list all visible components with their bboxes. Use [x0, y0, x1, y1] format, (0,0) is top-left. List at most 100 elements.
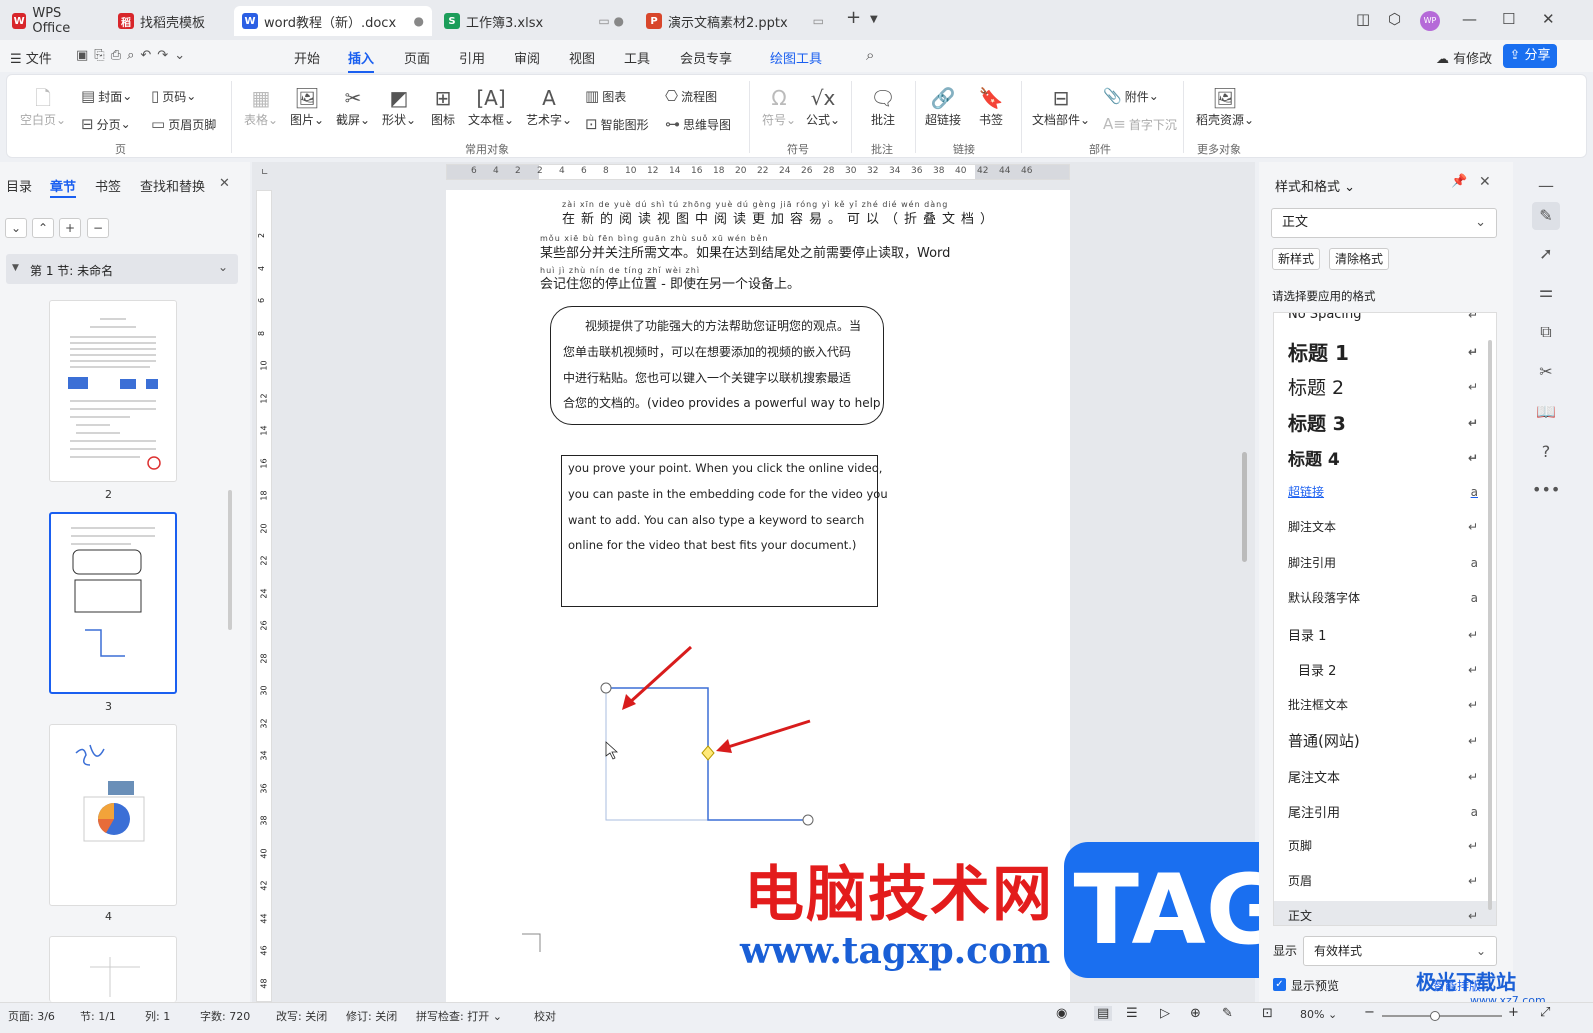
zoom-slider[interactable]: [1382, 1015, 1502, 1017]
section-header[interactable]: ▼ 第 1 节: 未命名 ⌄: [6, 254, 238, 284]
mindmap-button[interactable]: ⊶ 思维导图: [665, 115, 731, 133]
image-tool-icon[interactable]: ⧉: [1532, 318, 1560, 346]
shape-button[interactable]: ◩ 形状⌄: [375, 85, 423, 128]
screenshot-button[interactable]: ✂ 截屏⌄: [329, 85, 377, 128]
zoom-level[interactable]: 80% ⌄: [1300, 1008, 1337, 1021]
page-thumbnail-2[interactable]: [49, 300, 177, 482]
zoom-slider-thumb[interactable]: [1430, 1011, 1440, 1021]
pen-icon[interactable]: ✎: [1222, 1006, 1233, 1021]
eye-icon[interactable]: ◉: [1056, 1006, 1067, 1021]
close-panel-icon[interactable]: ✕: [219, 176, 230, 191]
doc-parts-button[interactable]: ⊟ 文档部件⌄: [1031, 85, 1091, 128]
page-number-button[interactable]: ▯ 页码 ⌄: [151, 87, 196, 105]
menu-view[interactable]: 视图: [569, 48, 595, 67]
blank-page-button[interactable]: 🗋 空白页⌄: [19, 85, 67, 128]
select-cursor-icon[interactable]: ➚: [1532, 240, 1560, 268]
scrollbar[interactable]: [1488, 340, 1492, 910]
web-view-icon[interactable]: ⊕: [1190, 1006, 1201, 1021]
style-hyperlink[interactable]: 超链接 a: [1288, 483, 1478, 500]
style-footnote-ref[interactable]: 脚注引用 a: [1288, 554, 1478, 571]
tab-wps-office[interactable]: W WPS Office: [4, 6, 104, 36]
menu-page[interactable]: 页面: [404, 48, 430, 67]
style-no-spacing[interactable]: No Spacing ↵: [1288, 313, 1478, 322]
menu-member[interactable]: 会员专享: [680, 48, 732, 67]
chevron-down-icon[interactable]: ⌄: [218, 260, 228, 274]
tab-ppt[interactable]: P 演示文稿素材2.pptx ▭: [638, 6, 832, 36]
tab-daoke-template[interactable]: 稻 找稻壳模板: [110, 6, 228, 36]
vertical-ruler[interactable]: 2 4 6 8 10 12 14 16 18 20 22 24 26 28 30 32 34 36 38 40 42 44…: [256, 190, 272, 1002]
avatar[interactable]: WP: [1420, 11, 1440, 31]
close-panel-icon[interactable]: ✕: [1479, 174, 1491, 190]
chevron-down-icon[interactable]: ▼: [870, 14, 878, 25]
tab-toc[interactable]: 目录: [6, 176, 32, 195]
status-page[interactable]: 页面: 3/6: [8, 1008, 55, 1024]
scrollbar[interactable]: [228, 490, 232, 630]
status-wordcount[interactable]: 字数: 720: [200, 1008, 250, 1024]
smart-graphic-button[interactable]: ⊡ 智能图形: [585, 115, 649, 133]
flowchart-button[interactable]: ⎔ 流程图: [665, 87, 717, 105]
wordart-button[interactable]: A 艺术字⌄: [525, 85, 573, 128]
cube-icon[interactable]: ⬡: [1388, 10, 1401, 28]
attachment-button[interactable]: 📎 附件 ⌄: [1103, 87, 1159, 105]
daoke-resources-button[interactable]: 🖼 稻壳资源⌄: [1193, 85, 1257, 128]
status-column[interactable]: 列: 1: [145, 1008, 170, 1024]
fullscreen-icon[interactable]: ⤢: [1540, 1005, 1550, 1020]
current-style-select[interactable]: 正文 ⌄: [1271, 208, 1497, 238]
add-section-button[interactable]: +: [59, 218, 81, 238]
play-icon[interactable]: ▷: [1160, 1006, 1170, 1021]
bookmark-button[interactable]: 🔖 书签: [967, 85, 1015, 128]
style-normal-web[interactable]: 普通(网站) ↵: [1288, 730, 1478, 751]
close-icon[interactable]: ✕: [1542, 10, 1555, 28]
page-view-icon[interactable]: ▤: [1094, 1006, 1113, 1021]
style-default-font[interactable]: 默认段落字体 a: [1288, 589, 1478, 606]
remove-section-button[interactable]: −: [87, 218, 109, 238]
style-endnote-ref[interactable]: 尾注引用 a: [1288, 802, 1478, 822]
style-toc-1[interactable]: 目录 1 ↵: [1288, 625, 1478, 645]
tools-icon[interactable]: ✂: [1532, 358, 1560, 386]
hyperlink-button[interactable]: 🔗 超链接: [919, 85, 967, 128]
header-footer-button[interactable]: ▭ 页眉页脚: [151, 115, 216, 133]
fit-page-icon[interactable]: ⊡: [1262, 1006, 1273, 1021]
page-break-button[interactable]: ⊟ 分页 ⌄: [81, 115, 131, 133]
style-header[interactable]: 页眉 ↵: [1288, 872, 1478, 889]
minimize-panel-icon[interactable]: —: [1532, 172, 1560, 200]
tab-stop-icon[interactable]: ∟: [261, 168, 269, 178]
horizontal-ruler[interactable]: 6 4 2 2 4 6 8 10 12 14 16 18 20 22 24 26 28 30 32 34 36 38 40 4…: [446, 164, 1070, 180]
adjust-icon[interactable]: ⚌: [1532, 278, 1560, 306]
textbox-button[interactable]: [A] 文本框⌄: [467, 85, 515, 128]
page-thumbnail-3[interactable]: [49, 512, 177, 694]
expand-button[interactable]: ⌃: [32, 218, 54, 238]
picture-button[interactable]: 🖼 图片⌄: [283, 85, 331, 128]
layout-icon[interactable]: ◫: [1356, 10, 1370, 28]
help-icon[interactable]: ?: [1532, 438, 1560, 466]
style-heading-1[interactable]: 标题 1 ↵: [1288, 337, 1478, 366]
menu-tools[interactable]: 工具: [624, 48, 650, 67]
menu-drawing-tools[interactable]: 绘图工具: [770, 48, 822, 67]
scrollbar[interactable]: [1242, 452, 1247, 562]
page-thumbnail-4[interactable]: [49, 724, 177, 906]
menu-start[interactable]: 开始: [294, 48, 320, 67]
style-footnote-text[interactable]: 脚注文本 ↵: [1288, 518, 1478, 535]
table-button[interactable]: ▦ 表格⌄: [237, 85, 285, 128]
pin-icon[interactable]: 📌: [1451, 174, 1467, 189]
status-spellcheck[interactable]: 拼写检查: 打开 ⌄: [416, 1008, 502, 1024]
style-brush-icon[interactable]: ✎: [1532, 202, 1560, 230]
collapse-button[interactable]: ⌄: [5, 218, 27, 238]
status-overwrite[interactable]: 改写: 关闭: [276, 1008, 327, 1024]
style-heading-3[interactable]: 标题 3 ↵: [1288, 409, 1478, 436]
modified-status[interactable]: ☁ 有修改: [1436, 48, 1492, 67]
style-toc-2[interactable]: 目录 2 ↵: [1288, 660, 1478, 680]
menu-references[interactable]: 引用: [459, 48, 485, 67]
file-menu[interactable]: ☰ 文件: [10, 48, 52, 67]
style-footer[interactable]: 页脚 ↵: [1288, 837, 1478, 854]
tab-find-replace[interactable]: 查找和替换: [140, 176, 205, 195]
comment-button[interactable]: 🗨 批注: [859, 85, 907, 128]
style-normal[interactable]: 正文 ↵: [1288, 907, 1478, 924]
unsaved-dot-icon[interactable]: ●: [414, 14, 424, 28]
status-section[interactable]: 节: 1/1: [80, 1008, 116, 1024]
chart-button[interactable]: ▥ 图表: [585, 87, 626, 105]
maximize-icon[interactable]: ☐: [1502, 10, 1515, 28]
status-revision[interactable]: 修订: 关闭: [346, 1008, 397, 1024]
style-endnote-text[interactable]: 尾注文本 ↵: [1288, 767, 1478, 787]
more-icon[interactable]: •••: [1532, 476, 1560, 504]
